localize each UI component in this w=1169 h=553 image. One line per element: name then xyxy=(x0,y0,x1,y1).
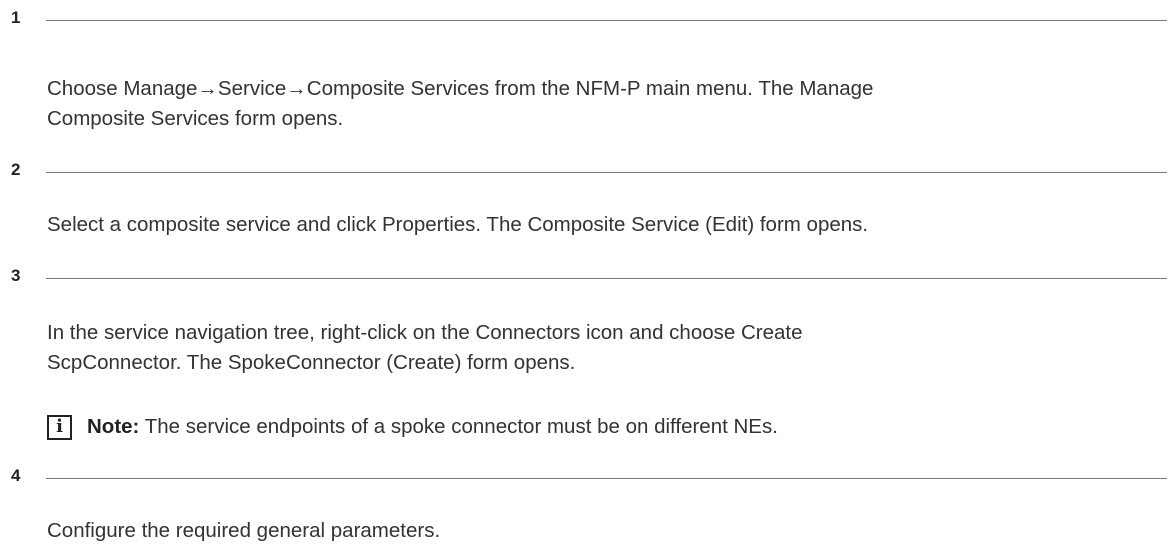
step-4-line-1: Configure the required general parameter… xyxy=(47,519,441,542)
step-3-text: In the service navigation tree, right-cl… xyxy=(47,318,1147,378)
step-2-text: Select a composite service and click Pro… xyxy=(47,210,1147,240)
step-1-line-1: Choose Manage→Service→Composite Services… xyxy=(47,77,874,100)
step-number: 4 xyxy=(11,466,21,485)
step-divider xyxy=(46,278,1167,279)
step-number: 1 xyxy=(11,8,21,27)
step-3-line-1: In the service navigation tree, right-cl… xyxy=(47,321,803,344)
step-divider xyxy=(46,172,1167,173)
step-number: 2 xyxy=(11,160,21,179)
step-1-header: 1 xyxy=(0,8,1169,32)
step-4-header: 4 xyxy=(0,466,1169,490)
step-divider xyxy=(46,20,1167,21)
note-callout: i Note: The service endpoints of a spoke… xyxy=(47,412,778,442)
step-divider xyxy=(46,478,1167,479)
note-body: The service endpoints of a spoke connect… xyxy=(139,415,778,438)
step-3-header: 3 xyxy=(0,266,1169,290)
step-2-line-1: Select a composite service and click Pro… xyxy=(47,213,869,236)
note-text: Note: The service endpoints of a spoke c… xyxy=(87,415,778,439)
note-label: Note: xyxy=(87,415,140,438)
step-4-text: Configure the required general parameter… xyxy=(47,516,1147,546)
step-number: 3 xyxy=(11,266,21,285)
step-1-text: Choose Manage→Service→Composite Services… xyxy=(47,74,1147,134)
info-icon: i xyxy=(47,414,72,440)
step-1-line-2: Composite Services form opens. xyxy=(47,107,344,130)
step-3-line-2: ScpConnector. The SpokeConnector (Create… xyxy=(47,351,576,374)
step-2-header: 2 xyxy=(0,160,1169,184)
